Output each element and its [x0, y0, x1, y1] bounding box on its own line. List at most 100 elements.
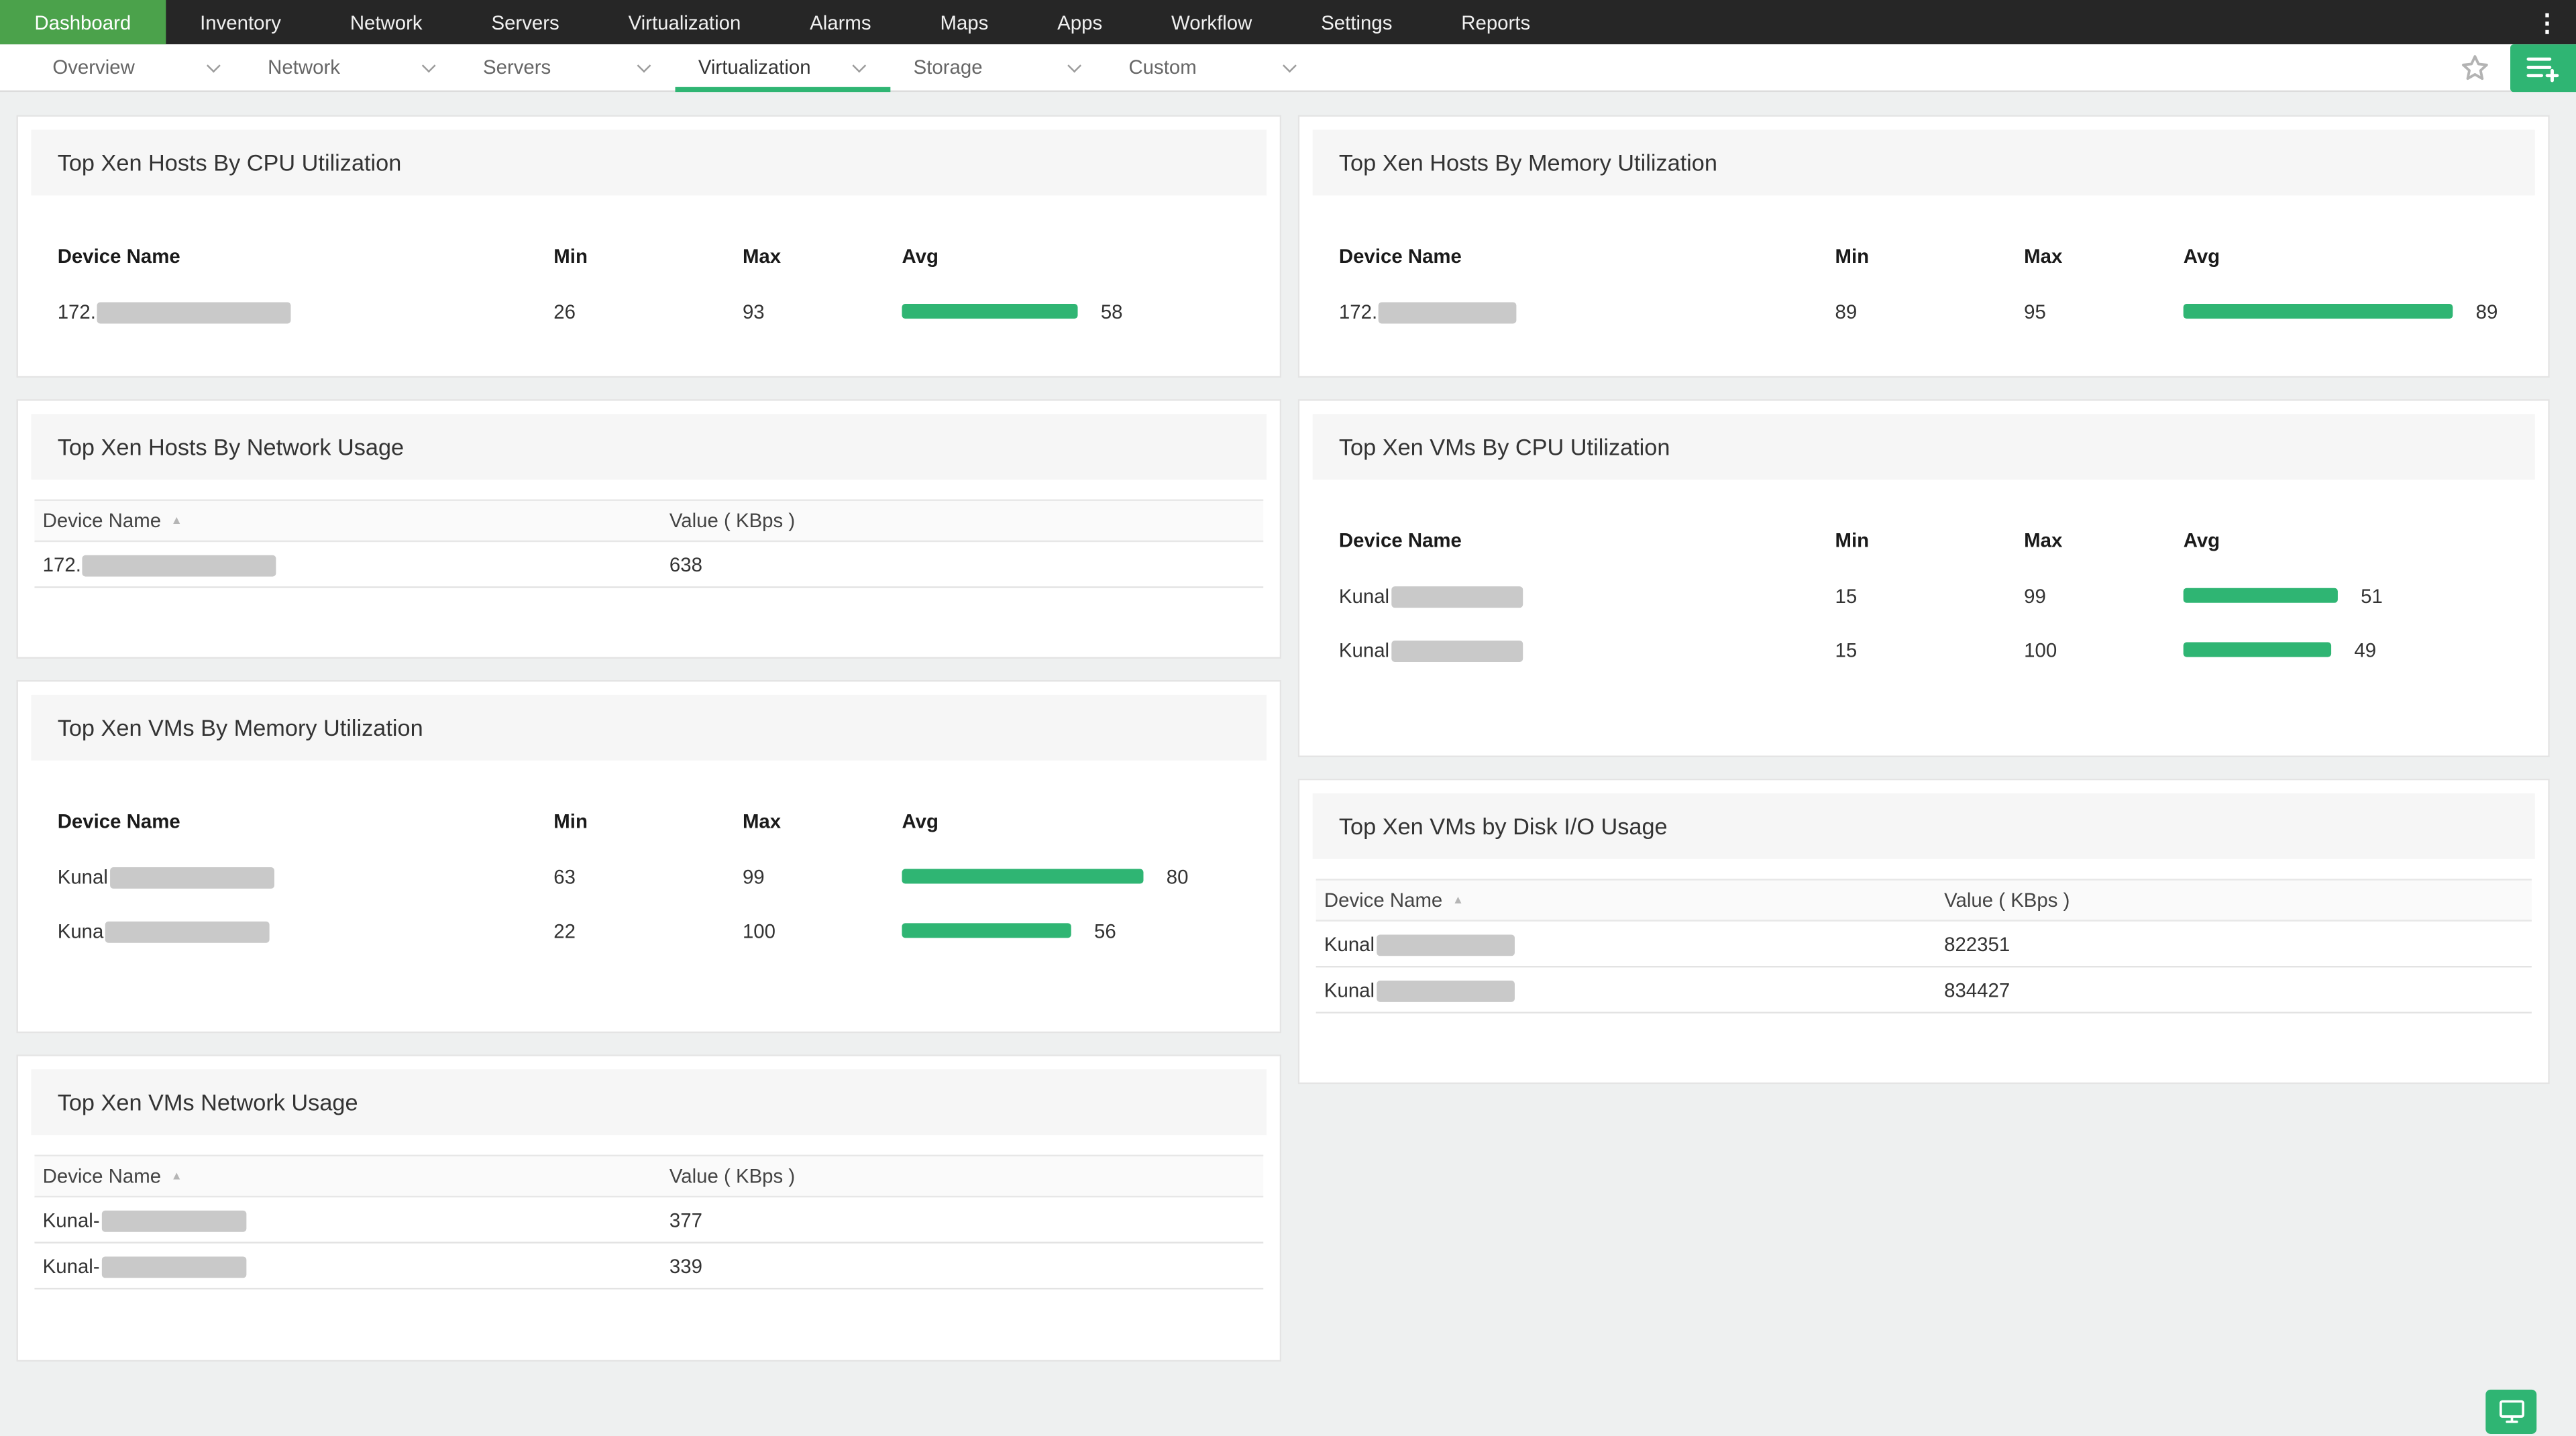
- device-name-cell: 172.: [58, 300, 554, 323]
- tab-storage[interactable]: Storage: [890, 44, 1106, 91]
- table-header-row: Device Name▲Value ( KBps ): [34, 1155, 1263, 1198]
- widget-title: Top Xen Hosts By Memory Utilization: [1339, 150, 2509, 176]
- column-header-device-name[interactable]: Device Name ▲: [34, 1164, 661, 1187]
- cell-min: 15: [1835, 584, 2025, 607]
- value-table: Device Name ▲ Value ( KBps ) 172. 638: [34, 499, 1263, 588]
- redacted-device-name: [1377, 934, 1515, 955]
- table-row: Kunal-377: [34, 1197, 1263, 1244]
- nav-item-dashboard[interactable]: Dashboard: [0, 0, 166, 44]
- tab-label: Virtualization: [698, 56, 811, 78]
- nav-item-alarms[interactable]: Alarms: [775, 0, 906, 44]
- column-header-device-name[interactable]: Device Name ▲: [34, 509, 661, 532]
- device-name-cell: 172.: [34, 553, 661, 575]
- left-column: Top Xen Hosts By CPU Utilization Device N…: [16, 115, 1281, 1383]
- device-name-text: Kunal: [1339, 638, 1389, 661]
- widget-header: Top Xen VMs By CPU Utilization: [1313, 414, 2535, 480]
- nav-item-network[interactable]: Network: [315, 0, 457, 44]
- device-name-cell: 172.: [1339, 300, 1835, 323]
- nav-item-virtualization[interactable]: Virtualization: [594, 0, 775, 44]
- dashboard-tabbar: Overview Network Servers Virtualization Stor…: [0, 44, 2576, 92]
- device-name-text: 172.: [43, 553, 81, 575]
- redacted-device-name: [1391, 586, 1523, 607]
- value-table: Device Name▲Value ( KBps )Kunal822351Kun…: [1316, 879, 2532, 1013]
- redacted-device-name: [105, 921, 270, 942]
- nav-items: DashboardInventoryNetworkServersVirtuali…: [0, 0, 2518, 44]
- cell-min: 15: [1835, 638, 2025, 661]
- cell-max: 95: [2024, 300, 2184, 323]
- cell-value: 638: [661, 553, 1264, 575]
- table-row: Kunal834427: [1316, 967, 2532, 1013]
- cell-max: 100: [743, 919, 902, 942]
- table-header-row: Device Name▲Value ( KBps ): [1316, 879, 2532, 922]
- cell-max: 99: [2024, 584, 2184, 607]
- cell-value: 339: [661, 1254, 1264, 1277]
- column-header-label: Device Name: [43, 509, 161, 532]
- avg-value: 51: [2361, 584, 2383, 607]
- table-row: Kunal1510049: [1339, 622, 2509, 677]
- star-icon: [2459, 52, 2491, 83]
- nav-item-servers[interactable]: Servers: [457, 0, 594, 44]
- widget-title: Top Xen Hosts By Network Usage: [58, 434, 1240, 460]
- cell-value: 822351: [1936, 932, 2532, 955]
- sort-asc-icon[interactable]: ▲: [171, 516, 182, 527]
- widget-title: Top Xen VMs Network Usage: [58, 1089, 1240, 1115]
- nav-item-workflow[interactable]: Workflow: [1137, 0, 1287, 44]
- column-header-device-name[interactable]: Device Name▲: [1316, 889, 1936, 912]
- utilization-table: Device NameMinMaxAvgKunal159951Kunal1510…: [1299, 493, 2548, 703]
- kebab-menu-icon[interactable]: ⋮: [2518, 0, 2576, 44]
- chevron-down-icon[interactable]: [1067, 58, 1081, 72]
- cell-min: 63: [553, 865, 743, 887]
- device-name-cell: Kunal: [1316, 932, 1936, 955]
- widget-header: Top Xen Hosts By Network Usage: [32, 414, 1267, 480]
- nav-item-reports[interactable]: Reports: [1427, 0, 1565, 44]
- widget-title: Top Xen Hosts By CPU Utilization: [58, 150, 1240, 176]
- tab-custom[interactable]: Custom: [1106, 44, 1321, 91]
- chevron-down-icon[interactable]: [852, 58, 866, 72]
- column-header-label: Device Name: [43, 1164, 161, 1187]
- chevron-down-icon[interactable]: [1283, 58, 1297, 72]
- cell-avg: 58: [902, 300, 1240, 323]
- app-screen: DashboardInventoryNetworkServersVirtuali…: [0, 0, 2576, 1435]
- add-dashboard-button[interactable]: [2510, 44, 2576, 91]
- table-header-row: Device NameMinMaxAvg: [1339, 512, 2509, 568]
- nav-item-maps[interactable]: Maps: [906, 0, 1023, 44]
- device-name-text: 172.: [1339, 300, 1377, 323]
- device-name-text: Kuna: [58, 919, 104, 942]
- column-header-device-name: Device Name: [58, 245, 554, 268]
- nav-item-settings[interactable]: Settings: [1287, 0, 1427, 44]
- device-name-text: 172.: [58, 300, 96, 323]
- tab-label: Custom: [1128, 56, 1196, 78]
- favorite-button[interactable]: [2459, 52, 2491, 83]
- tab-virtualization[interactable]: Virtualization: [676, 44, 891, 91]
- chevron-down-icon[interactable]: [637, 58, 651, 72]
- table-row: Kunal822351: [1316, 922, 2532, 968]
- column-header-label: Value ( KBps ): [669, 509, 795, 532]
- widget-top-xen-vms-by-memory-utilization: Top Xen VMs By Memory UtilizationDevice …: [16, 680, 1281, 1034]
- widget-header: Top Xen VMs Network Usage: [32, 1069, 1267, 1135]
- tab-servers[interactable]: Servers: [460, 44, 676, 91]
- widget-top-xen-hosts-by-memory-utilization: Top Xen Hosts By Memory UtilizationDevic…: [1298, 115, 2550, 378]
- column-header-min: Min: [1835, 529, 2025, 552]
- chevron-down-icon[interactable]: [207, 58, 221, 72]
- cell-avg: 89: [2184, 300, 2509, 323]
- column-header-device-name: Device Name: [1339, 529, 1835, 552]
- slideshow-button[interactable]: [2485, 1390, 2536, 1434]
- device-name-cell: Kuna: [58, 919, 554, 942]
- chevron-down-icon[interactable]: [422, 58, 436, 72]
- cell-avg: 56: [902, 919, 1240, 942]
- cell-max: 100: [2024, 638, 2184, 661]
- device-name-text: Kunal-: [43, 1208, 100, 1231]
- device-name-cell: Kunal: [1339, 584, 1835, 607]
- cell-min: 22: [553, 919, 743, 942]
- sort-asc-icon[interactable]: ▲: [171, 1171, 182, 1182]
- nav-item-inventory[interactable]: Inventory: [166, 0, 316, 44]
- column-header-max: Max: [743, 245, 902, 268]
- tab-label: Network: [268, 56, 340, 78]
- nav-item-apps[interactable]: Apps: [1023, 0, 1137, 44]
- redacted-device-name: [101, 1256, 246, 1277]
- sort-asc-icon[interactable]: ▲: [1452, 895, 1464, 907]
- widget-title: Top Xen VMs By CPU Utilization: [1339, 434, 2509, 460]
- tab-overview[interactable]: Overview: [30, 44, 245, 91]
- widget-header: Top Xen Hosts By Memory Utilization: [1313, 129, 2535, 195]
- tab-network[interactable]: Network: [245, 44, 460, 91]
